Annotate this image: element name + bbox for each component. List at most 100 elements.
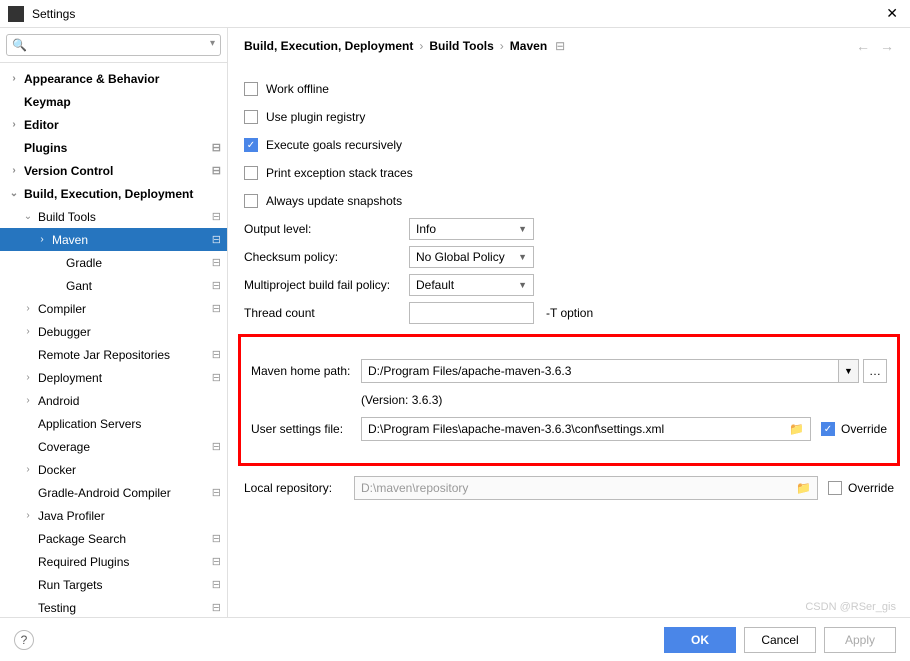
user-settings-override-checkbox[interactable]: ✓ — [821, 422, 835, 436]
sidebar-item-label: Docker — [34, 463, 221, 477]
crumb-sep: › — [419, 39, 423, 53]
local-repo-override-checkbox[interactable] — [828, 481, 842, 495]
sidebar-item-build-tools[interactable]: ⌄Build Tools⊟ — [0, 205, 227, 228]
user-settings-input[interactable]: D:\Program Files\apache-maven-3.6.3\conf… — [361, 417, 811, 441]
chevron-right-icon: › — [22, 464, 34, 475]
sidebar-item-java-profiler[interactable]: ›Java Profiler — [0, 504, 227, 527]
sidebar-item-version-control[interactable]: ›Version Control⊟ — [0, 159, 227, 182]
sidebar-item-coverage[interactable]: Coverage⊟ — [0, 435, 227, 458]
sidebar-item-package-search[interactable]: Package Search⊟ — [0, 527, 227, 550]
search-icon: 🔍 — [12, 38, 27, 52]
crumb-1[interactable]: Build, Execution, Deployment — [244, 39, 413, 53]
chevron-down-icon: ⌄ — [22, 211, 34, 222]
chevron-right-icon: › — [22, 395, 34, 406]
sidebar-item-label: Editor — [20, 118, 221, 132]
sidebar-item-docker[interactable]: ›Docker — [0, 458, 227, 481]
sidebar-item-compiler[interactable]: ›Compiler⊟ — [0, 297, 227, 320]
execute-goals-checkbox[interactable]: ✓ — [244, 138, 258, 152]
sidebar-item-label: Compiler — [34, 302, 212, 316]
help-button[interactable]: ? — [14, 630, 34, 650]
use-plugin-registry-checkbox[interactable] — [244, 110, 258, 124]
sidebar-item-maven[interactable]: ›Maven⊟ — [0, 228, 227, 251]
gear-icon: ⊟ — [212, 532, 221, 545]
maven-version: (Version: 3.6.3) — [361, 393, 887, 407]
close-icon[interactable]: ✕ — [882, 5, 902, 22]
nav-back-icon[interactable]: ← — [856, 38, 870, 54]
sidebar-item-label: Application Servers — [34, 417, 221, 431]
output-level-combo[interactable]: Info▼ — [409, 218, 534, 240]
checksum-policy-combo[interactable]: No Global Policy▼ — [409, 246, 534, 268]
sidebar-item-label: Android — [34, 394, 221, 408]
window-title: Settings — [32, 7, 882, 21]
thread-count-input[interactable] — [409, 302, 534, 324]
nav-forward-icon[interactable]: → — [880, 38, 894, 54]
search-wrap: 🔍 ▾ — [0, 28, 227, 63]
sidebar-item-label: Build Tools — [34, 210, 212, 224]
folder-icon[interactable]: 📁 — [796, 481, 811, 495]
browse-button[interactable]: … — [863, 359, 887, 383]
use-plugin-registry-label: Use plugin registry — [266, 110, 365, 124]
multiproject-combo[interactable]: Default▼ — [409, 274, 534, 296]
gear-icon: ⊟ — [212, 486, 221, 499]
sidebar-item-gant[interactable]: Gant⊟ — [0, 274, 227, 297]
sidebar-item-label: Remote Jar Repositories — [34, 348, 212, 362]
chevron-right-icon: › — [8, 73, 20, 84]
sidebar-item-plugins[interactable]: Plugins⊟ — [0, 136, 227, 159]
sidebar-item-required-plugins[interactable]: Required Plugins⊟ — [0, 550, 227, 573]
settings-panel: Work offline Use plugin registry ✓Execut… — [228, 64, 910, 617]
sidebar-item-debugger[interactable]: ›Debugger — [0, 320, 227, 343]
sidebar-item-run-targets[interactable]: Run Targets⊟ — [0, 573, 227, 596]
watermark: CSDN @RSer_gis — [805, 601, 896, 613]
apply-button[interactable]: Apply — [824, 627, 896, 653]
search-history-icon[interactable]: ▾ — [210, 38, 215, 49]
work-offline-checkbox[interactable] — [244, 82, 258, 96]
gear-icon: ⊟ — [212, 601, 221, 614]
sidebar-item-appearance-behavior[interactable]: ›Appearance & Behavior — [0, 67, 227, 90]
sidebar-item-testing[interactable]: Testing⊟ — [0, 596, 227, 617]
maven-home-input[interactable]: D:/Program Files/apache-maven-3.6.3 — [361, 359, 839, 383]
print-exception-checkbox[interactable] — [244, 166, 258, 180]
print-exception-label: Print exception stack traces — [266, 166, 413, 180]
sidebar-item-build-execution-deployment[interactable]: ⌄Build, Execution, Deployment — [0, 182, 227, 205]
chevron-down-icon: ⌄ — [8, 188, 20, 199]
always-update-checkbox[interactable] — [244, 194, 258, 208]
chevron-right-icon: › — [36, 234, 48, 245]
sidebar-item-gradle-android-compiler[interactable]: Gradle-Android Compiler⊟ — [0, 481, 227, 504]
sidebar-item-android[interactable]: ›Android — [0, 389, 227, 412]
sidebar-item-label: Plugins — [20, 141, 212, 155]
gear-icon: ⊟ — [212, 555, 221, 568]
sidebar-item-label: Gradle — [62, 256, 212, 270]
sidebar-item-keymap[interactable]: Keymap — [0, 90, 227, 113]
sidebar-item-label: Gant — [62, 279, 212, 293]
sidebar-item-deployment[interactable]: ›Deployment⊟ — [0, 366, 227, 389]
crumb-2[interactable]: Build Tools — [429, 39, 493, 53]
sidebar-item-label: Run Targets — [34, 578, 212, 592]
sidebar-item-application-servers[interactable]: Application Servers — [0, 412, 227, 435]
titlebar: Settings ✕ — [0, 0, 910, 28]
app-icon — [8, 6, 24, 22]
search-input[interactable] — [6, 34, 221, 56]
gear-icon: ⊟ — [212, 440, 221, 453]
ok-button[interactable]: OK — [664, 627, 736, 653]
sidebar-item-editor[interactable]: ›Editor — [0, 113, 227, 136]
cancel-button[interactable]: Cancel — [744, 627, 816, 653]
thread-suffix: -T option — [546, 306, 593, 320]
sidebar-item-remote-jar-repositories[interactable]: Remote Jar Repositories⊟ — [0, 343, 227, 366]
gear-icon: ⊟ — [212, 279, 221, 292]
user-settings-label: User settings file: — [251, 422, 361, 436]
sidebar-item-label: Testing — [34, 601, 212, 615]
sidebar-item-gradle[interactable]: Gradle⊟ — [0, 251, 227, 274]
chevron-right-icon: › — [8, 165, 20, 176]
sidebar-item-label: Java Profiler — [34, 509, 221, 523]
maven-home-label: Maven home path: — [251, 364, 361, 378]
sidebar-item-label: Debugger — [34, 325, 221, 339]
gear-icon: ⊟ — [212, 256, 221, 269]
content: Build, Execution, Deployment › Build Too… — [228, 28, 910, 617]
local-repo-input[interactable]: D:\maven\repository📁 — [354, 476, 818, 500]
output-level-label: Output level: — [244, 222, 409, 236]
folder-icon[interactable]: 📁 — [789, 422, 804, 436]
chevron-right-icon: › — [22, 326, 34, 337]
sidebar-item-label: Version Control — [20, 164, 212, 178]
local-repo-label: Local repository: — [244, 481, 354, 495]
maven-home-dropdown[interactable]: ▼ — [839, 359, 859, 383]
